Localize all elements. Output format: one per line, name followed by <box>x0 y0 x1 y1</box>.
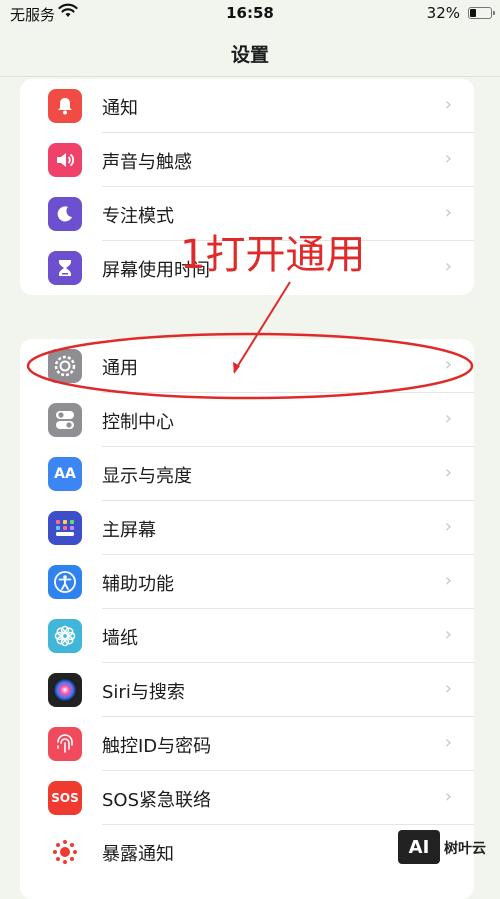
chevron-right-icon: › <box>444 202 452 223</box>
chevron-right-icon: › <box>444 570 452 591</box>
settings-row-group2-0[interactable]: 通用 › <box>20 339 474 393</box>
chevron-right-icon: › <box>444 148 452 169</box>
chevron-right-icon: › <box>444 624 452 645</box>
settings-row-label: 专注模式 <box>102 206 174 227</box>
settings-row-group2-3[interactable]: 主屏幕 › <box>20 501 474 555</box>
settings-row-label: 声音与触感 <box>102 152 192 173</box>
annotation-text: 1打开通用 <box>180 232 366 278</box>
fingerprint-icon <box>48 727 82 761</box>
moon-icon <box>48 197 82 231</box>
settings-row-group2-7[interactable]: 触控ID与密码 › <box>20 717 474 771</box>
settings-row-group2-4[interactable]: 辅助功能 › <box>20 555 474 609</box>
settings-row-group2-5[interactable]: 墙纸 › <box>20 609 474 663</box>
settings-row-group1-0[interactable]: 通知 › <box>20 79 474 133</box>
chevron-right-icon: › <box>444 786 452 807</box>
settings-row-group2-6[interactable]: Siri与搜索 › <box>20 663 474 717</box>
watermark-text: 树叶云 <box>444 841 486 857</box>
siri-icon <box>48 673 82 707</box>
hourglass-icon <box>48 251 82 285</box>
settings-row-label: 通用 <box>102 358 138 379</box>
toggle-icon <box>48 403 82 437</box>
settings-row-label: 触控ID与密码 <box>102 736 212 757</box>
gear-icon <box>48 349 82 383</box>
bell-icon <box>48 89 82 123</box>
page-title: 设置 <box>230 44 269 66</box>
settings-row-label: Siri与搜索 <box>102 682 185 703</box>
settings-row-group1-1[interactable]: 声音与触感 › <box>20 133 474 187</box>
text-size-icon: AA <box>48 457 82 491</box>
settings-row-group2-2[interactable]: AA 显示与亮度 › <box>20 447 474 501</box>
battery-percent: 32% <box>426 4 460 22</box>
home-grid-icon <box>48 511 82 545</box>
sos-icon: SOS <box>48 781 82 815</box>
nav-bar: 设置 <box>0 28 500 77</box>
settings-row-label: 暴露通知 <box>102 844 174 865</box>
clock: 16:58 <box>226 4 274 22</box>
settings-row-label: 显示与亮度 <box>102 466 192 487</box>
chevron-right-icon: › <box>444 678 452 699</box>
accessibility-icon <box>48 565 82 599</box>
status-bar: 无服务 16:58 32% <box>0 0 500 28</box>
chevron-right-icon: › <box>444 408 452 429</box>
watermark-logo: AI <box>398 830 440 864</box>
settings-row-label: 通知 <box>102 98 138 119</box>
settings-row-group2-8[interactable]: SOS SOS紧急联络 › <box>20 771 474 825</box>
watermark: AI 树叶云 <box>398 828 496 868</box>
chevron-right-icon: › <box>444 354 452 375</box>
chevron-right-icon: › <box>444 732 452 753</box>
settings-row-label: 辅助功能 <box>102 574 174 595</box>
flower-icon <box>48 619 82 653</box>
settings-row-label: 主屏幕 <box>102 520 156 541</box>
speaker-icon <box>48 143 82 177</box>
settings-row-group2-1[interactable]: 控制中心 › <box>20 393 474 447</box>
settings-row-label: 墙纸 <box>102 628 138 649</box>
chevron-right-icon: › <box>444 94 452 115</box>
settings-row-label: SOS紧急联络 <box>102 790 212 811</box>
exposure-icon <box>48 835 82 869</box>
chevron-right-icon: › <box>444 256 452 277</box>
chevron-right-icon: › <box>444 462 452 483</box>
battery-icon <box>468 7 495 19</box>
settings-group-main: 通用 › 控制中心 › AA 显示与亮度 › 主屏幕 › 辅助功能 › 墙纸 › Siri与搜索 › 触控ID… <box>20 339 474 899</box>
chevron-right-icon: › <box>444 516 452 537</box>
settings-row-label: 控制中心 <box>102 412 174 433</box>
